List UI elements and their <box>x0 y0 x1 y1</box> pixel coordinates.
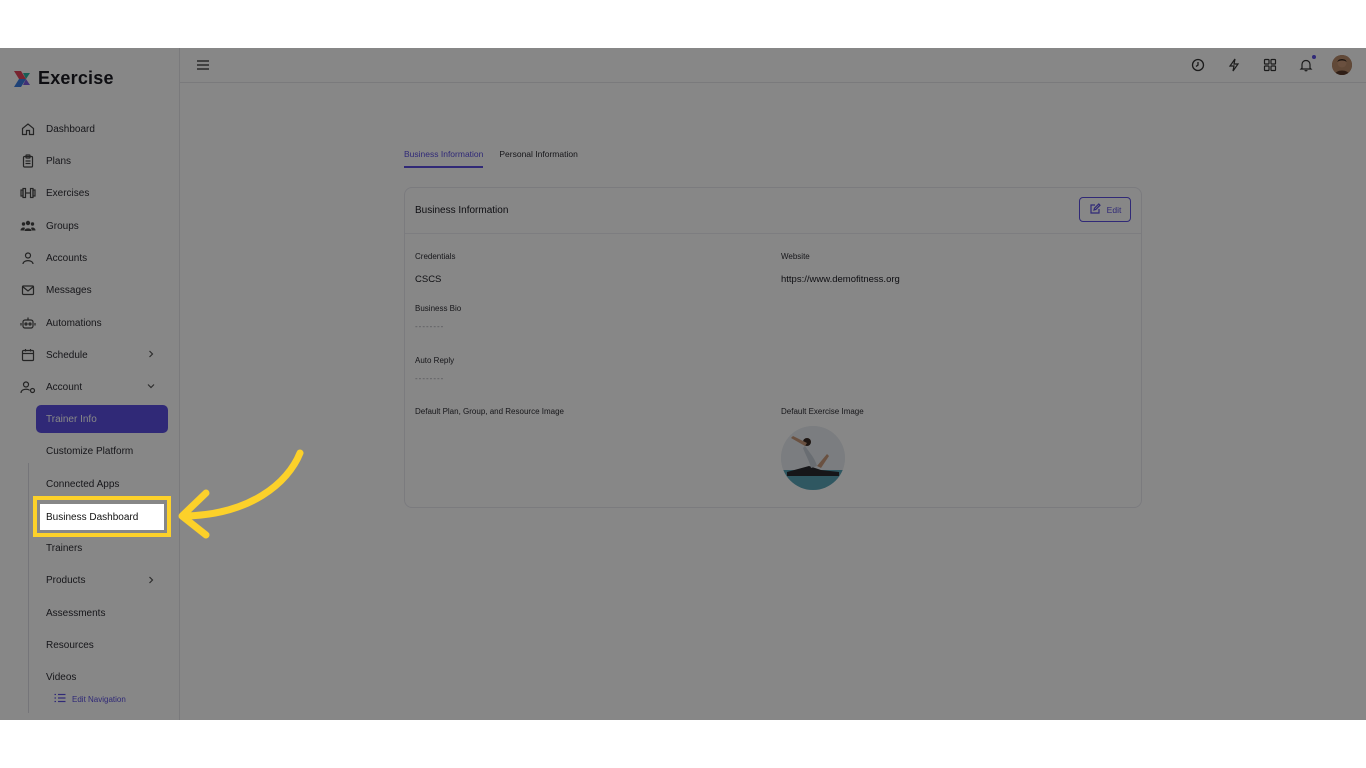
auto-reply-label: Auto Reply <box>415 356 455 365</box>
chevron-right-icon <box>146 349 156 359</box>
notification-bell-icon[interactable] <box>1296 55 1316 75</box>
sidebar-item-groups[interactable]: Groups <box>20 214 160 238</box>
credentials-value: CSCS <box>415 274 442 285</box>
user-gear-icon <box>20 379 36 395</box>
sidebar: Exercise Dashboard Plans Exercises Group… <box>0 48 180 720</box>
auto-reply-value: -------- <box>415 374 445 383</box>
sidebar-subitem-label: Trainers <box>46 542 83 554</box>
sidebar-item-label: Account <box>46 381 83 393</box>
default-exercise-image <box>781 426 845 490</box>
app-name: Exercise <box>38 68 114 88</box>
edit-button-label: Edit <box>1106 204 1122 215</box>
list-icon <box>54 693 66 705</box>
sidebar-item-account[interactable]: Account <box>20 375 160 399</box>
tab-bar: Business Information Personal Informatio… <box>404 149 578 168</box>
sidebar-item-messages[interactable]: Messages <box>20 278 160 302</box>
sidebar-item-plans[interactable]: Plans <box>20 149 160 173</box>
sidebar-subitem-products[interactable]: Products <box>36 566 168 594</box>
website-value[interactable]: https://www.demofitness.org <box>781 274 900 285</box>
hamburger-menu-icon[interactable] <box>196 58 210 72</box>
tab-business-information[interactable]: Business Information <box>404 149 484 168</box>
home-icon <box>20 121 36 137</box>
business-bio-label: Business Bio <box>415 304 462 313</box>
edit-navigation-label: Edit Navigation <box>72 694 126 704</box>
sidebar-subitem-label: Connected Apps <box>46 478 120 490</box>
sidebar-subitem-trainers[interactable]: Trainers <box>36 534 168 562</box>
edit-navigation-link[interactable]: Edit Navigation <box>54 693 126 705</box>
sidebar-subitem-trainer-info[interactable]: Trainer Info <box>36 405 168 433</box>
apps-grid-icon[interactable] <box>1260 55 1280 75</box>
sidebar-subitem-customize-platform[interactable]: Customize Platform <box>36 437 168 465</box>
calendar-icon <box>20 347 36 363</box>
sidebar-subitem-label: Resources <box>46 639 94 651</box>
clipboard-icon <box>20 153 36 169</box>
sidebar-item-exercises[interactable]: Exercises <box>20 181 160 205</box>
default-plan-image-label: Default Plan, Group, and Resource Image <box>415 407 564 416</box>
user-avatar[interactable] <box>1332 55 1352 75</box>
app-logo[interactable]: Exercise <box>12 68 114 89</box>
sidebar-item-label: Exercises <box>46 187 90 199</box>
sidebar-item-automations[interactable]: Automations <box>20 311 160 335</box>
business-information-card: Business Information Edit Credentials CS… <box>404 187 1142 508</box>
sidebar-item-dashboard[interactable]: Dashboard <box>20 117 160 141</box>
credentials-label: Credentials <box>415 252 456 261</box>
card-header: Business Information Edit <box>405 188 1141 234</box>
sidebar-subitem-videos[interactable]: Videos <box>36 663 168 691</box>
sidebar-subitem-label: Products <box>46 574 86 586</box>
notification-dot <box>1312 55 1316 59</box>
sidebar-item-label: Messages <box>46 284 92 296</box>
default-exercise-image-label: Default Exercise Image <box>781 407 864 416</box>
dumbbell-icon <box>20 185 36 201</box>
sidebar-subitem-label: Assessments <box>46 607 106 619</box>
sidebar-item-accounts[interactable]: Accounts <box>20 246 160 270</box>
chevron-down-icon <box>146 381 156 391</box>
website-label: Website <box>781 252 810 261</box>
sidebar-item-label: Dashboard <box>46 123 95 135</box>
sidebar-subitem-label: Trainer Info <box>46 413 97 425</box>
highlight-frame <box>33 496 171 537</box>
pointer-arrow-icon <box>178 449 304 539</box>
users-icon <box>20 218 36 234</box>
sidebar-subitem-resources[interactable]: Resources <box>36 631 168 659</box>
app-window: Exercise Dashboard Plans Exercises Group… <box>0 48 1366 720</box>
exercise-logo-icon <box>12 69 32 89</box>
sidebar-subitem-label: Customize Platform <box>46 445 134 457</box>
sidebar-item-label: Automations <box>46 317 102 329</box>
sidebar-subitem-label: Videos <box>46 671 77 683</box>
top-bar <box>180 48 1366 83</box>
card-title: Business Information <box>415 205 509 216</box>
sidebar-item-label: Groups <box>46 220 79 232</box>
sidebar-subitem-assessments[interactable]: Assessments <box>36 599 168 627</box>
mail-icon <box>20 282 36 298</box>
edit-button[interactable]: Edit <box>1079 197 1131 222</box>
sidebar-item-label: Accounts <box>46 252 88 264</box>
sidebar-item-schedule[interactable]: Schedule <box>20 343 160 367</box>
tab-personal-information[interactable]: Personal Information <box>499 149 577 168</box>
sidebar-item-label: Schedule <box>46 349 88 361</box>
main-content: Business Information Personal Informatio… <box>180 83 1366 720</box>
sidebar-subitem-connected-apps[interactable]: Connected Apps <box>36 470 168 498</box>
edit-icon <box>1089 202 1101 217</box>
robot-icon <box>20 315 36 331</box>
top-bar-actions <box>1188 55 1352 75</box>
lightning-icon[interactable] <box>1224 55 1244 75</box>
chevron-right-icon <box>146 575 156 585</box>
user-icon <box>20 250 36 266</box>
clock-icon[interactable] <box>1188 55 1208 75</box>
submenu-guide-line <box>28 463 29 713</box>
business-bio-value: -------- <box>415 322 445 331</box>
sidebar-item-label: Plans <box>46 155 72 167</box>
